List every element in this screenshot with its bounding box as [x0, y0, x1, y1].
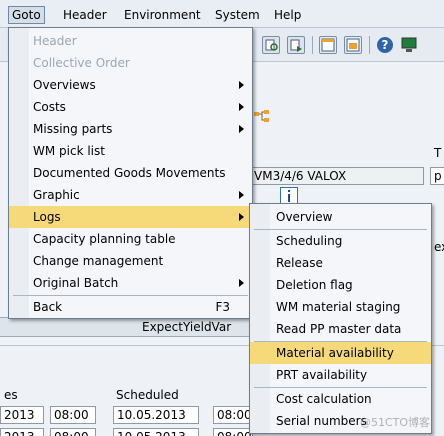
layout-icon[interactable]	[319, 36, 337, 54]
scheduled-start-time-field[interactable]: 08:00	[213, 406, 253, 424]
menu-item-documented-goods-movements[interactable]: Documented Goods Movements	[9, 162, 252, 184]
menu-item-capacity-planning-table[interactable]: Capacity planning table	[9, 228, 252, 250]
menu-help-label: Help	[274, 8, 302, 22]
menu-item-label: Deletion flag	[276, 278, 353, 292]
submenu-item-material-availability[interactable]: Material availability	[250, 342, 431, 364]
menu-help[interactable]: Help	[271, 6, 304, 24]
menu-header-label: Header	[63, 8, 107, 22]
menu-item-header[interactable]: Header	[9, 30, 252, 52]
submenu-item-read-pp-master-data[interactable]: Read PP master data	[250, 318, 431, 340]
menu-item-label: Material availability	[276, 346, 394, 360]
menu-item-graphic[interactable]: Graphic	[9, 184, 252, 206]
finish-time-field[interactable]: 08:00	[50, 428, 96, 436]
menu-item-label: Logs	[33, 210, 61, 224]
toolbar-separator	[312, 36, 313, 54]
dates-label-left: es	[4, 388, 18, 402]
submenu-item-deletion-flag[interactable]: Deletion flag	[250, 274, 431, 296]
menu-item-label: WM pick list	[33, 144, 105, 158]
partial-field[interactable]: p	[430, 167, 444, 185]
menu-item-label: Graphic	[33, 188, 80, 202]
submenu-item-cost-calculation[interactable]: Cost calculation	[250, 388, 431, 410]
menu-item-label: WM material staging	[276, 300, 401, 314]
menu-item-label: PRT availability	[276, 368, 368, 382]
submenu-arrow-icon	[239, 81, 244, 89]
shortcut-label: F3	[215, 300, 230, 314]
scheduled-start-date-field[interactable]: 10.05.2013	[113, 406, 199, 424]
submenu-item-prt-availability[interactable]: PRT availability	[250, 364, 431, 386]
submenu-item-wm-material-staging[interactable]: WM material staging	[250, 296, 431, 318]
submenu-item-overview[interactable]: Overview	[250, 206, 431, 228]
menu-item-label: Collective Order	[33, 56, 130, 70]
menu-item-back[interactable]: Back F3	[9, 296, 252, 318]
start-time-field[interactable]: 08:00	[50, 406, 96, 424]
menu-item-label: Capacity planning table	[33, 232, 176, 246]
menu-bar: Goto Header Environment System Help	[0, 0, 444, 28]
menu-item-label: Cost calculation	[276, 392, 372, 406]
menu-item-label: Documented Goods Movements	[33, 166, 226, 180]
menu-item-label: Change management	[33, 254, 164, 268]
logs-submenu: Overview Scheduling Release Deletion fla…	[249, 203, 432, 434]
menu-item-logs[interactable]: Logs	[9, 206, 252, 228]
menu-header[interactable]: Header	[60, 6, 110, 24]
column-header-expectyieldvar[interactable]: ExpectYieldVar	[142, 320, 231, 334]
submenu-arrow-icon	[239, 125, 244, 133]
svg-text:?: ?	[382, 38, 389, 52]
material-description-field[interactable]: VM3/4/6 VALOX	[250, 167, 424, 185]
menu-environment-label: Environment	[124, 8, 201, 22]
scheduled-finish-time-field[interactable]: 08:00	[213, 428, 253, 436]
menu-item-label: Header	[33, 34, 77, 48]
dates-label-scheduled: Scheduled	[116, 388, 179, 402]
menu-environment[interactable]: Environment	[121, 6, 204, 24]
menu-item-label: Overview	[276, 210, 333, 224]
find-icon[interactable]	[262, 36, 280, 54]
scheduled-finish-date-field[interactable]: 10.05.2013	[113, 428, 199, 436]
submenu-arrow-icon	[239, 213, 244, 221]
menu-item-label: Original Batch	[33, 276, 119, 290]
watermark: @51CTO博客	[360, 416, 431, 429]
layout-save-icon[interactable]	[344, 36, 362, 54]
menu-item-costs[interactable]: Costs	[9, 96, 252, 118]
menu-system-label: System	[215, 8, 260, 22]
help-icon[interactable]: ?	[376, 36, 394, 54]
menu-item-label: Scheduling	[276, 234, 343, 248]
toolbar-separator	[369, 36, 370, 54]
menu-item-label: Serial numbers	[276, 414, 367, 428]
submenu-arrow-icon	[239, 103, 244, 111]
hierarchy-icon[interactable]	[252, 108, 274, 126]
find-next-icon[interactable]	[287, 36, 305, 54]
menu-goto-label: Goto	[12, 8, 41, 22]
menu-item-collective-order[interactable]: Collective Order	[9, 52, 252, 74]
menu-item-label: Missing parts	[33, 122, 113, 136]
menu-item-wm-pick-list[interactable]: WM pick list	[9, 140, 252, 162]
menu-item-overviews[interactable]: Overviews	[9, 74, 252, 96]
partial-label: T	[434, 146, 442, 160]
menu-item-label: Costs	[33, 100, 66, 114]
submenu-item-release[interactable]: Release	[250, 252, 431, 274]
menu-item-missing-parts[interactable]: Missing parts	[9, 118, 252, 140]
menu-item-change-management[interactable]: Change management	[9, 250, 252, 272]
customize-icon[interactable]	[400, 36, 418, 54]
menu-item-label: Overviews	[33, 78, 96, 92]
submenu-arrow-icon	[239, 279, 244, 287]
submenu-item-scheduling[interactable]: Scheduling	[250, 230, 431, 252]
menu-item-label: Release	[276, 256, 323, 270]
menu-item-label: Read PP master data	[276, 322, 402, 336]
goto-menu: Header Collective Order Overviews Costs …	[8, 27, 253, 319]
menu-item-label: Back	[33, 300, 63, 314]
finish-date-field[interactable]: 2013	[0, 428, 44, 436]
partial-tab-label: ex	[434, 240, 444, 254]
start-date-field[interactable]: 2013	[0, 406, 44, 424]
menu-item-original-batch[interactable]: Original Batch	[9, 272, 252, 294]
menu-goto[interactable]: Goto	[8, 6, 45, 24]
menu-system[interactable]: System	[212, 6, 263, 24]
submenu-arrow-icon	[239, 191, 244, 199]
